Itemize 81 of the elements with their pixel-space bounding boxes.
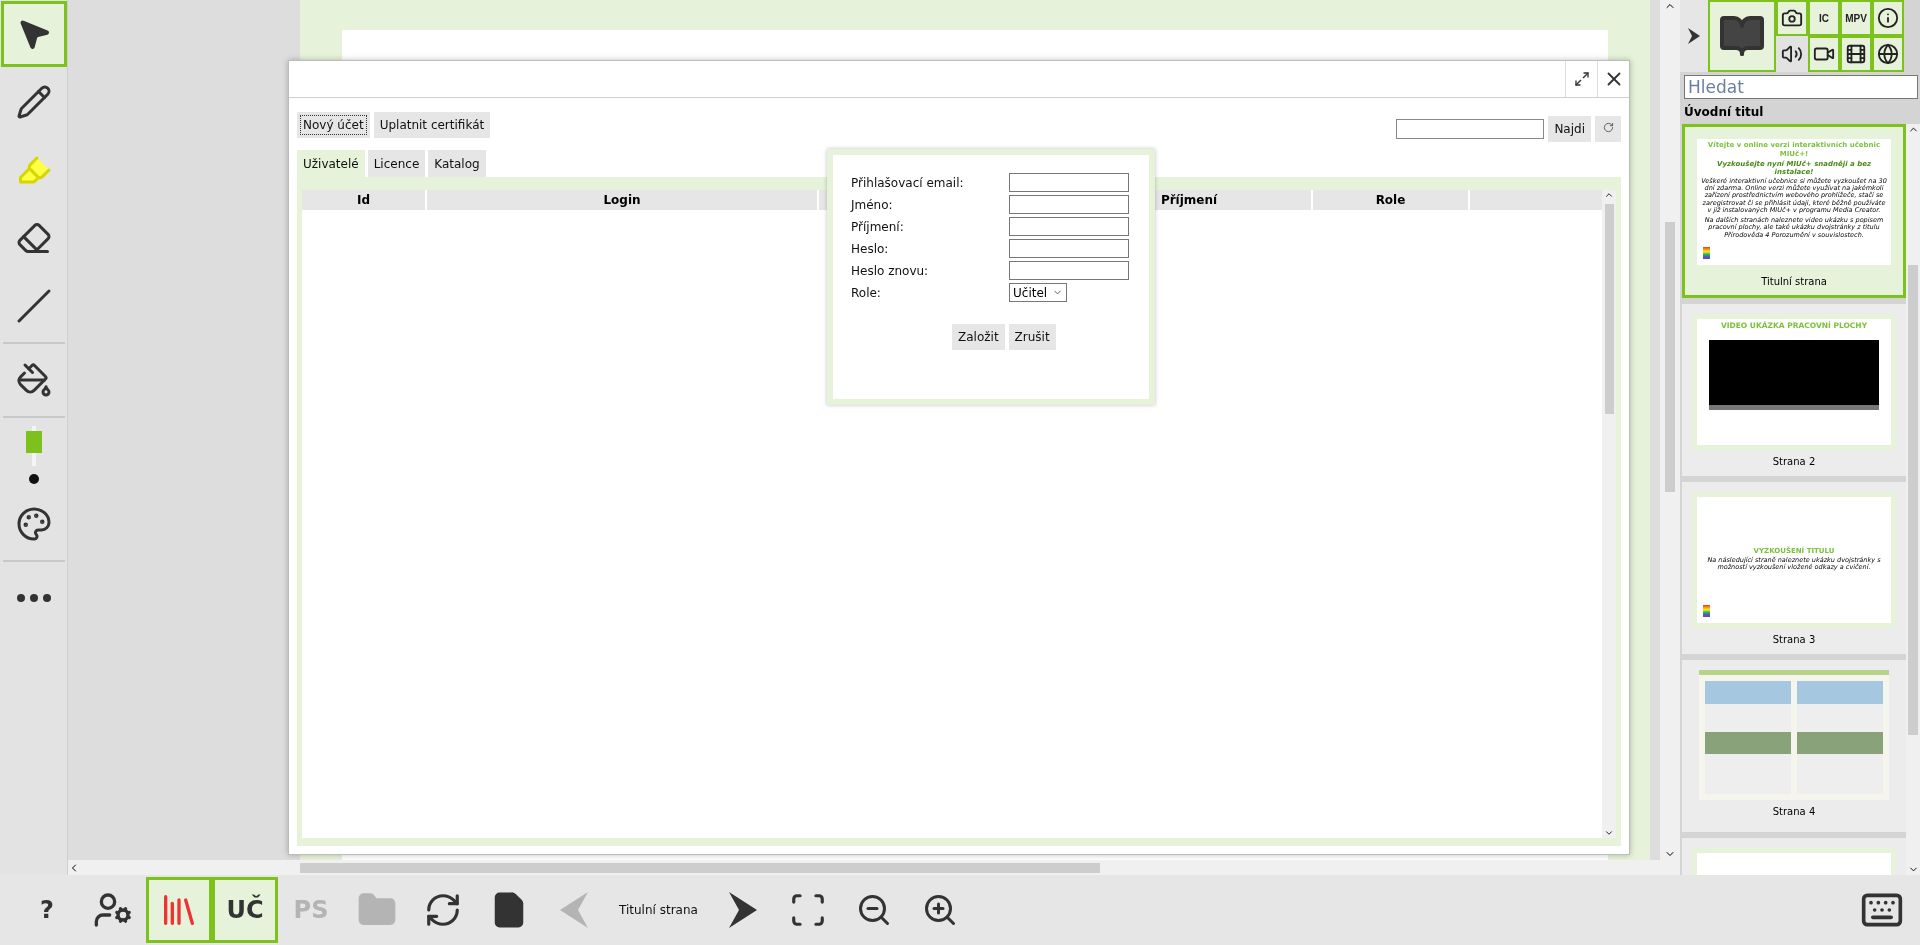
right-arrow-icon: [1688, 28, 1700, 44]
toolbar-button[interactable]: Nový účet: [297, 112, 370, 138]
scroll-down-icon[interactable]: [1604, 828, 1614, 838]
paint-bucket-icon: [15, 362, 52, 398]
page-caption: Strana 4: [1772, 806, 1816, 817]
input-field[interactable]: [1009, 261, 1129, 280]
brush-size-icon: [28, 474, 39, 484]
search-button[interactable]: Najdi: [1548, 116, 1591, 142]
maximize-icon: [1573, 71, 1590, 87]
bottom-toolbar-button[interactable]: ?: [14, 877, 80, 943]
scroll-up-icon[interactable]: [1604, 190, 1614, 200]
search-field[interactable]: Hledat: [1684, 75, 1918, 99]
column-header: Role: [1313, 190, 1468, 210]
eraser-icon: [15, 220, 52, 256]
input-field[interactable]: [1009, 173, 1129, 192]
scroll-thumb[interactable]: [1665, 222, 1675, 492]
field-label: Role:: [851, 285, 882, 300]
scrollbar[interactable]: [68, 860, 1680, 875]
logo-icon: [1703, 605, 1710, 617]
media-button[interactable]: [1776, 36, 1808, 72]
camera-icon: [1781, 7, 1803, 29]
page-caption: Strana 2: [1772, 456, 1816, 467]
bottom-toolbar-button[interactable]: UČ: [212, 877, 278, 943]
media-button[interactable]: MPV: [1840, 0, 1872, 36]
scroll-thumb[interactable]: [1908, 264, 1918, 735]
section-title: Úvodní titul: [1683, 103, 1765, 121]
input-field[interactable]: [1009, 217, 1129, 236]
refresh-icon: [1602, 122, 1614, 133]
palette-icon: [15, 506, 52, 542]
field-label: Přihlašovací email:: [851, 175, 965, 190]
scroll-thumb[interactable]: [1604, 204, 1614, 414]
tab[interactable]: Katalog: [428, 150, 486, 177]
page-thumbnail-card[interactable]: Strana 4: [1682, 660, 1906, 832]
field-label: Jméno:: [851, 197, 894, 212]
more-icon: [16, 594, 51, 602]
field-label: Heslo:: [851, 241, 890, 256]
input-field[interactable]: [1009, 195, 1129, 214]
refresh-button[interactable]: [1595, 116, 1621, 142]
form-button[interactable]: Založit: [952, 324, 1005, 350]
sync-icon: [424, 891, 462, 929]
globe-icon: [1877, 43, 1899, 65]
page-caption: Titulní strana: [1761, 276, 1827, 287]
film-icon: [1845, 43, 1867, 65]
speaker-icon: [1781, 43, 1803, 65]
column-header: Login: [427, 190, 817, 210]
toolbar-button[interactable]: Uplatnit certifikát: [373, 112, 491, 138]
tool-button[interactable]: [0, 1, 67, 67]
role-select[interactable]: Učitel: [1009, 283, 1067, 302]
page-caption: Strana 3: [1772, 634, 1816, 645]
info-icon: [1877, 7, 1899, 29]
scroll-thumb[interactable]: [300, 862, 1100, 873]
logo-icon: [1703, 247, 1710, 259]
maximize-button[interactable]: [1565, 61, 1597, 97]
slider-thumb[interactable]: [25, 430, 42, 453]
form-button[interactable]: Zrušit: [1008, 324, 1056, 350]
scrollbar[interactable]: [1660, 0, 1680, 860]
right-arrow-icon: [726, 892, 757, 928]
user-settings-icon: [93, 890, 133, 930]
search-field[interactable]: [1396, 119, 1545, 139]
line-icon: [15, 288, 52, 324]
media-button[interactable]: [1872, 0, 1904, 36]
field-label: Heslo znovu:: [851, 263, 930, 278]
media-button[interactable]: [1776, 0, 1808, 36]
tab[interactable]: Uživatelé: [297, 150, 365, 177]
scrollbar[interactable]: [1602, 190, 1616, 838]
tab[interactable]: Licence: [367, 150, 426, 177]
media-button[interactable]: [1840, 36, 1872, 72]
media-button[interactable]: [1708, 0, 1776, 72]
media-button[interactable]: [1872, 36, 1904, 72]
input-field[interactable]: [1009, 239, 1129, 258]
left-arrow-icon: [560, 892, 590, 928]
media-button[interactable]: [1808, 36, 1840, 72]
media-button[interactable]: IC: [1808, 0, 1840, 36]
pencil-icon: [15, 84, 52, 120]
collapse-button[interactable]: [1680, 0, 1708, 72]
page-thumbnail-card[interactable]: [1682, 124, 1906, 298]
close-button[interactable]: [1597, 61, 1629, 97]
bottom-toolbar-button[interactable]: Titulní strana: [608, 877, 709, 943]
field-label: Příjmení:: [851, 219, 905, 234]
column-header: Id: [302, 190, 425, 210]
scrollbar[interactable]: [1906, 124, 1920, 875]
